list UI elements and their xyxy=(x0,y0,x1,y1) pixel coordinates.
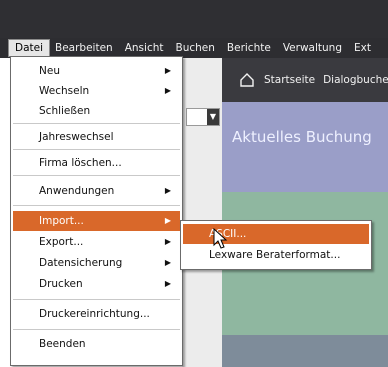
menu-bar: Datei Bearbeiten Ansicht Buchen Berichte… xyxy=(0,38,388,58)
menu-item-label: Firma löschen... xyxy=(39,157,122,169)
submenu-arrow-icon: ▶ xyxy=(164,86,171,95)
menu-item-export[interactable]: Export... ▶ xyxy=(13,232,180,252)
menu-item-import[interactable]: Import... ▶ xyxy=(13,211,180,231)
submenu-item-label: ASCII... xyxy=(209,228,247,240)
menu-item-label: Jahreswechsel xyxy=(39,131,114,143)
submenu-arrow-icon: ▶ xyxy=(164,66,171,75)
menu-verwaltung[interactable]: Verwaltung xyxy=(277,40,348,56)
submenu-arrow-icon: ▶ xyxy=(164,258,171,267)
content-lower xyxy=(222,335,388,367)
submenu-item-label: Lexware Beraterformat... xyxy=(209,249,341,261)
left-panel: ▼ xyxy=(182,58,222,367)
menu-separator xyxy=(13,299,180,300)
menu-item-neu[interactable]: Neu ▶ xyxy=(13,61,180,81)
menu-item-label: Beenden xyxy=(39,338,86,350)
submenu-item-lexware-beraterformat[interactable]: Lexware Beraterformat... xyxy=(183,245,369,265)
submenu-item-ascii[interactable]: ASCII... xyxy=(183,224,369,244)
nav-dialogbuchen[interactable]: Dialogbuche xyxy=(323,74,388,86)
menu-datei[interactable]: Datei xyxy=(7,39,51,57)
menu-berichte[interactable]: Berichte xyxy=(221,40,277,56)
menu-item-label: Export... xyxy=(39,236,84,248)
title-strip xyxy=(0,0,388,38)
menu-item-wechseln[interactable]: Wechseln ▶ xyxy=(13,81,180,101)
chevron-down-icon[interactable]: ▼ xyxy=(207,109,219,125)
menu-item-jahreswechsel[interactable]: Jahreswechsel xyxy=(13,127,180,147)
submenu-arrow-icon: ▶ xyxy=(164,279,171,288)
menu-buchen[interactable]: Buchen xyxy=(170,40,221,56)
menu-separator xyxy=(13,205,180,206)
menu-item-label: Import... xyxy=(39,215,84,227)
nav-startseite[interactable]: Startseite xyxy=(264,74,315,86)
menu-item-label: Datensicherung xyxy=(39,257,123,269)
submenu-arrow-icon: ▶ xyxy=(164,237,171,246)
menu-separator xyxy=(13,149,180,150)
menu-item-label: Anwendungen xyxy=(39,185,115,197)
menu-separator xyxy=(13,329,180,330)
menu-item-beenden[interactable]: Beenden xyxy=(13,334,180,354)
menu-item-druckereinrichtung[interactable]: Druckereinrichtung... xyxy=(13,304,180,324)
menu-item-anwendungen[interactable]: Anwendungen ▶ xyxy=(13,181,180,201)
content-title: Aktuelles Buchung xyxy=(232,128,372,146)
menu-item-datensicherung[interactable]: Datensicherung ▶ xyxy=(13,253,180,273)
submenu-arrow-icon: ▶ xyxy=(164,216,171,225)
menu-separator xyxy=(13,123,180,124)
menu-item-label: Druckereinrichtung... xyxy=(39,308,150,320)
menu-separator xyxy=(13,175,180,176)
home-icon[interactable] xyxy=(240,73,254,87)
submenu-arrow-icon: ▶ xyxy=(164,186,171,195)
menu-item-label: Drucken xyxy=(39,278,83,290)
menu-item-label: Schließen xyxy=(39,105,91,117)
menu-item-drucken[interactable]: Drucken ▶ xyxy=(13,274,180,294)
menu-item-label: Wechseln xyxy=(39,85,90,97)
menu-item-firma-loeschen[interactable]: Firma löschen... xyxy=(13,153,180,173)
content-header: Aktuelles Buchung xyxy=(222,102,388,192)
menu-item-schliessen[interactable]: Schließen xyxy=(13,101,180,121)
menu-ansicht[interactable]: Ansicht xyxy=(119,40,170,56)
left-panel-combo[interactable]: ▼ xyxy=(186,108,220,126)
navigation-bar: Startseite Dialogbuche xyxy=(222,58,388,102)
file-menu: Neu ▶ Wechseln ▶ Schließen Jahreswechsel… xyxy=(10,56,183,366)
import-submenu: ASCII... Lexware Beraterformat... xyxy=(180,220,372,270)
menu-extras[interactable]: Ext xyxy=(348,40,377,56)
menu-item-label: Neu xyxy=(39,65,60,77)
menu-bearbeiten[interactable]: Bearbeiten xyxy=(49,40,119,56)
